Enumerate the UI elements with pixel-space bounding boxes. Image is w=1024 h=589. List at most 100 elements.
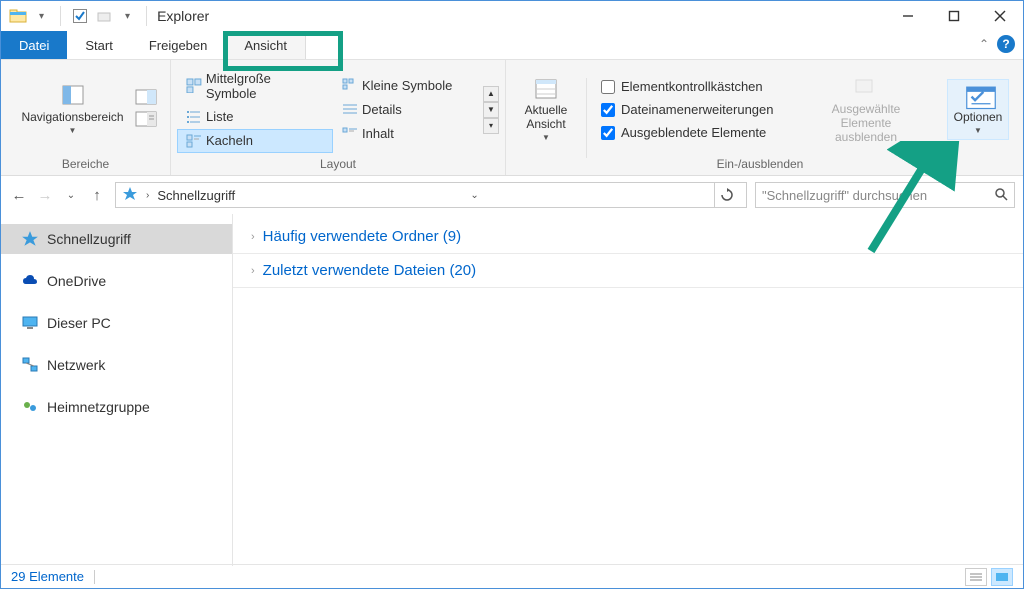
ribbon-group-showhide: Elementkontrollkästchen Dateinamenerweit…	[587, 60, 933, 175]
tab-view[interactable]: Ansicht	[225, 31, 306, 59]
hidden-items-checkbox[interactable]	[601, 126, 615, 140]
layout-gallery-more[interactable]: ▾	[483, 118, 499, 134]
layout-group-label: Layout	[171, 153, 505, 175]
back-button[interactable]: ←	[9, 185, 29, 205]
tab-share[interactable]: Freigeben	[131, 31, 226, 59]
up-button[interactable]: ↑	[87, 185, 107, 205]
status-bar: 29 Elemente	[1, 564, 1023, 588]
layout-gallery-down[interactable]: ▼	[483, 102, 499, 118]
separator	[146, 6, 147, 26]
options-group-label	[933, 153, 1023, 175]
ribbon-group-currentview: Aktuelle Ansicht ▼	[506, 60, 586, 175]
options-label: Optionen	[954, 110, 1003, 124]
navigation-pane-button[interactable]: Navigationsbereich ▼	[14, 79, 130, 140]
details-pane-icon[interactable]	[135, 111, 157, 130]
checkbox-icon[interactable]	[71, 7, 89, 25]
file-list: › Häufig verwendete Ordner (9) › Zuletzt…	[233, 214, 1023, 566]
file-extensions-toggle[interactable]: Dateinamenerweiterungen	[601, 100, 791, 119]
dropdown-icon: ▼	[542, 133, 550, 142]
group-recent-files[interactable]: › Zuletzt verwendete Dateien (20)	[233, 254, 1023, 288]
help-icon[interactable]: ?	[997, 35, 1015, 53]
ribbon-tabs: Datei Start Freigeben Ansicht ⌃ ?	[1, 31, 1023, 59]
sidebar-item-label: Schnellzugriff	[47, 231, 131, 247]
address-dropdown-icon[interactable]: ⌄	[466, 190, 482, 201]
star-icon	[122, 186, 138, 205]
layout-gallery-up[interactable]: ▲	[483, 86, 499, 102]
thumbnails-view-icon[interactable]	[991, 568, 1013, 586]
file-extensions-checkbox[interactable]	[601, 103, 615, 117]
layout-list[interactable]: Liste	[177, 105, 333, 129]
hide-selected-button: Ausgewählte Elemente ausblenden	[809, 70, 923, 149]
sidebar-item-quickaccess[interactable]: Schnellzugriff	[1, 224, 232, 254]
layout-list-label: Liste	[206, 109, 233, 124]
status-view-switch	[965, 568, 1013, 586]
sidebar-item-label: Dieser PC	[47, 315, 111, 331]
current-view-label: Aktuelle Ansicht	[523, 103, 569, 132]
dropdown-icon: ▼	[69, 126, 77, 135]
hide-selected-label-2: Elemente ausblenden	[815, 116, 917, 145]
minimize-button[interactable]	[885, 1, 931, 31]
layout-medium-icons-label: Mittelgroße Symbole	[206, 71, 324, 101]
search-icon[interactable]	[994, 187, 1008, 204]
hidden-items-label: Ausgeblendete Elemente	[621, 125, 766, 140]
title-bar: ▾ ▾ Explorer	[1, 1, 1023, 31]
close-button[interactable]	[977, 1, 1023, 31]
layout-content[interactable]: Inhalt	[333, 122, 483, 146]
address-field[interactable]: › Schnellzugriff ⌄	[115, 182, 747, 208]
show-hide-checks: Elementkontrollkästchen Dateinamenerweit…	[601, 77, 791, 142]
ribbon: Navigationsbereich ▼ Bereiche Mittelgroß…	[1, 59, 1023, 176]
ribbon-group-panes: Navigationsbereich ▼ Bereiche	[1, 60, 171, 175]
ribbon-controls: ⌃ ?	[979, 35, 1015, 53]
item-checkboxes-toggle[interactable]: Elementkontrollkästchen	[601, 77, 791, 96]
currentview-group-label	[506, 153, 586, 175]
chevron-right-icon: ›	[251, 231, 255, 243]
sidebar-item-label: Heimnetzgruppe	[47, 399, 150, 415]
recent-locations-icon[interactable]: ⌄	[61, 185, 81, 205]
quick-access-toolbar: ▾ ▾	[1, 6, 151, 26]
item-checkboxes-checkbox[interactable]	[601, 80, 615, 94]
address-bar: ← → ⌄ ↑ › Schnellzugriff ⌄ "Schnellzugri…	[1, 176, 1023, 214]
tab-start[interactable]: Start	[67, 31, 130, 59]
breadcrumb-arrow-icon[interactable]: ›	[142, 190, 153, 201]
layout-small-icons-label: Kleine Symbole	[362, 78, 452, 93]
dropdown-icon: ▼	[974, 126, 982, 135]
current-view-button[interactable]: Aktuelle Ansicht ▼	[516, 72, 576, 148]
window-controls	[885, 1, 1023, 31]
layout-details[interactable]: Details	[333, 98, 483, 122]
separator	[94, 570, 95, 584]
sidebar-item-thispc[interactable]: Dieser PC	[1, 308, 232, 338]
chevron-right-icon: ›	[251, 265, 255, 277]
options-button[interactable]: Optionen ▼	[947, 79, 1010, 140]
layout-tiles[interactable]: Kacheln	[177, 129, 333, 153]
navigation-sidebar: Schnellzugriff OneDrive Dieser PC Netzwe…	[1, 214, 233, 566]
forward-button: →	[35, 185, 55, 205]
search-field[interactable]: "Schnellzugriff" durchsuchen	[755, 182, 1015, 208]
sidebar-item-homegroup[interactable]: Heimnetzgruppe	[1, 392, 232, 422]
preview-pane-icon[interactable]	[135, 89, 157, 108]
status-item-count: 29 Elemente	[11, 569, 84, 584]
options-icon	[962, 84, 994, 108]
sidebar-item-onedrive[interactable]: OneDrive	[1, 266, 232, 296]
layout-small-icons[interactable]: Kleine Symbole	[333, 74, 483, 98]
sidebar-item-label: OneDrive	[47, 273, 106, 289]
qat-customize-icon[interactable]: ▾	[125, 11, 130, 22]
layout-medium-icons[interactable]: Mittelgroße Symbole	[177, 67, 333, 105]
sidebar-item-network[interactable]: Netzwerk	[1, 350, 232, 380]
item-checkboxes-label: Elementkontrollkästchen	[621, 79, 763, 94]
sidebar-item-label: Netzwerk	[47, 357, 105, 373]
details-view-icon[interactable]	[965, 568, 987, 586]
group-title: Zuletzt verwendete Dateien (20)	[263, 262, 476, 279]
refresh-button[interactable]	[714, 182, 740, 208]
hidden-items-toggle[interactable]: Ausgeblendete Elemente	[601, 123, 791, 142]
address-location[interactable]: Schnellzugriff	[157, 188, 235, 203]
maximize-button[interactable]	[931, 1, 977, 31]
folder-small-icon[interactable]	[95, 7, 113, 25]
network-icon	[21, 356, 39, 374]
file-extensions-label: Dateinamenerweiterungen	[621, 102, 773, 117]
group-frequent-folders[interactable]: › Häufig verwendete Ordner (9)	[233, 220, 1023, 254]
tab-file[interactable]: Datei	[1, 31, 67, 59]
collapse-ribbon-icon[interactable]: ⌃	[979, 37, 989, 51]
folder-icon	[9, 7, 27, 25]
qat-dropdown-icon[interactable]: ▾	[39, 11, 44, 22]
hide-selected-label-1: Ausgewählte	[832, 102, 901, 116]
